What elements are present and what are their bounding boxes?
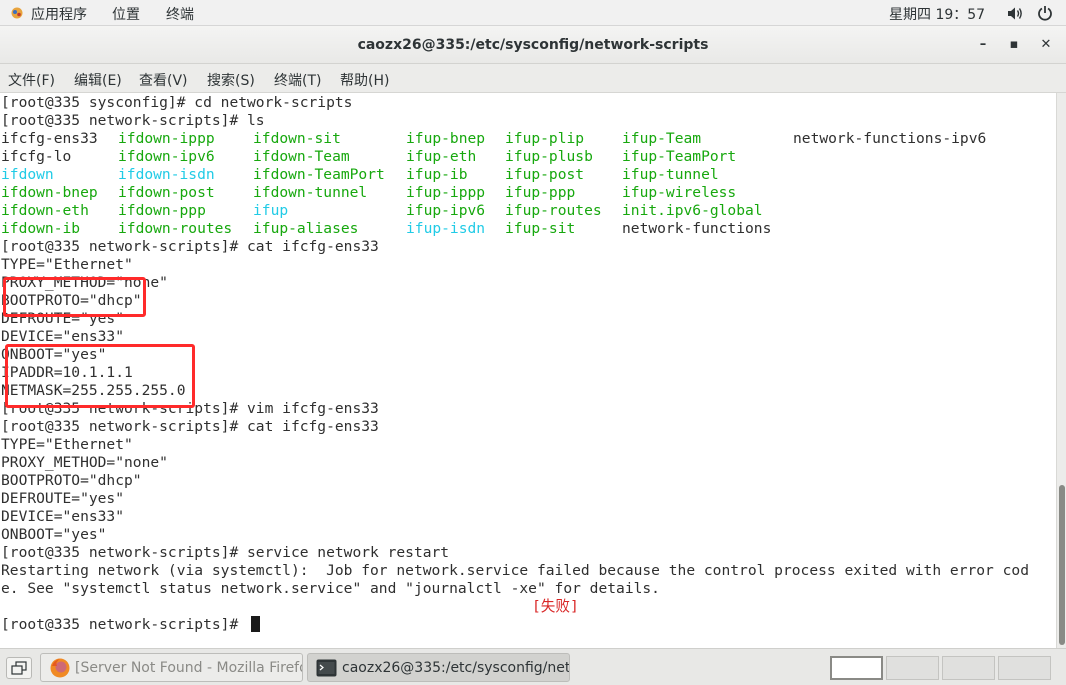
workspace-2[interactable] (886, 656, 939, 680)
close-button[interactable]: ✕ (1036, 35, 1056, 55)
ls-file-entry: ifdown-routes (118, 220, 233, 237)
show-desktop-icon (11, 661, 27, 675)
highlight-box-bootproto (3, 277, 146, 317)
ls-file-entry: ifup-plusb (505, 148, 593, 165)
terminal-icon (316, 659, 337, 677)
speaker-icon[interactable] (1007, 6, 1023, 21)
text-cursor (251, 616, 261, 632)
menu-search[interactable]: 搜索(S) (207, 70, 255, 90)
ls-file-entry: ifup-bnep (406, 130, 486, 147)
ls-file-entry: ifdown-sit (253, 130, 341, 147)
ls-file-entry: ifdown (1, 166, 54, 183)
workspace-1[interactable] (830, 656, 883, 680)
ls-file-entry: ifdown-Team (253, 148, 350, 165)
ls-row: ifcfg-lo ifdown-ipv6 ifdown-Team ifup-eth if… (0, 148, 1056, 166)
ls-file-entry: ifup-Team (622, 130, 702, 147)
ls-file-entry: ifup-isdn (406, 220, 486, 237)
ls-file-entry: ifdown-ipv6 (118, 148, 215, 165)
terminal-line: [root@335 network-scripts]# ls (1, 112, 265, 129)
terminal-scrollbar[interactable] (1056, 93, 1066, 648)
ls-file-entry: ifup-eth (406, 148, 477, 165)
apps-menu[interactable]: 应用程序 (31, 4, 87, 24)
task-label: caozx26@335:/etc/sysconfig/netw··· (342, 660, 570, 676)
terminal-line: TYPE="Ethernet" (1, 436, 133, 453)
ls-file-entry: network-functions (622, 220, 772, 237)
ls-file-entry: ifdown-ib (1, 220, 81, 237)
menu-help[interactable]: 帮助(H) (340, 70, 389, 90)
ls-file-entry: ifcfg-ens33 (1, 130, 98, 147)
menu-file[interactable]: 文件(F) (8, 70, 55, 90)
ls-file-entry: ifup-wireless (622, 184, 737, 201)
terminal-line: [root@335 network-scripts]# cat ifcfg-en… (1, 238, 379, 255)
workspace-3[interactable] (942, 656, 995, 680)
menu-view[interactable]: 查看(V) (139, 70, 188, 90)
terminal-line: [root@335 network-scripts]# cat ifcfg-en… (1, 418, 379, 435)
ls-file-entry: ifup-aliases (253, 220, 359, 237)
ls-file-entry: ifdown-eth (1, 202, 89, 219)
terminal-line: e. See "systemctl status network.service… (1, 580, 660, 597)
power-icon[interactable] (1037, 5, 1053, 21)
ls-file-entry: init.ipv6-global (622, 202, 763, 219)
ls-file-entry: ifdown-tunnel (253, 184, 368, 201)
terminal-line: [root@335 sysconfig]# cd network-scripts (1, 94, 353, 111)
menu-edit[interactable]: 编辑(E) (74, 70, 122, 90)
terminal-line: DEFROUTE="yes" (1, 490, 125, 507)
show-desktop-button[interactable] (6, 657, 32, 679)
window-titlebar[interactable]: caozx26@335:/etc/sysconfig/network-scrip… (0, 26, 1066, 64)
terminal-line: PROXY_METHOD="none" (1, 454, 168, 471)
ls-file-entry: ifup-TeamPort (622, 148, 737, 165)
ls-file-entry: ifup-ippp (406, 184, 486, 201)
ls-file-entry: ifcfg-lo (1, 148, 72, 165)
prompt: [root@335 network-scripts]# (1, 616, 248, 633)
ls-file-entry: ifdown-ippp (118, 130, 215, 147)
ls-row: ifdown-ib ifdown-routes ifup-aliases ifup-i… (0, 220, 1056, 238)
ls-file-entry: ifup-ib (406, 166, 468, 183)
ls-file-entry: ifup-routes (505, 202, 602, 219)
scrollbar-thumb[interactable] (1059, 485, 1065, 645)
ls-file-entry: ifup-tunnel (622, 166, 719, 183)
ls-file-entry: ifup-post (505, 166, 585, 183)
terminal-line: Restarting network (via systemctl): Job … (1, 562, 1029, 579)
terminal-area[interactable]: [root@335 sysconfig]# cd network-scripts… (0, 93, 1056, 648)
status-fail: [失败] (532, 598, 579, 615)
top-panel: 应用程序 位置 终端 星期四 19：57 (0, 0, 1066, 26)
menu-terminal[interactable]: 终端(T) (274, 70, 321, 90)
window-title: caozx26@335:/etc/sysconfig/network-scrip… (357, 37, 709, 53)
workspace-4[interactable] (998, 656, 1051, 680)
terminal-line: BOOTPROTO="dhcp" (1, 472, 142, 489)
terminal-line: DEVICE="ens33" (1, 508, 125, 525)
ls-file-entry: ifdown-ppp (118, 202, 206, 219)
highlight-box-ipaddr (5, 344, 195, 408)
task-label: [Server Not Found - Mozilla Firefox] (75, 660, 303, 676)
ls-file-entry: ifup-plip (505, 130, 585, 147)
maximize-button[interactable]: ▪ (1004, 35, 1024, 55)
terminal-line: [root@335 network-scripts]# service netw… (1, 544, 450, 561)
places-menu[interactable]: 位置 (112, 4, 140, 24)
ls-file-entry: ifup (253, 202, 289, 219)
ls-file-entry: ifup-ipv6 (406, 202, 486, 219)
ls-file-entry: ifdown-bnep (1, 184, 98, 201)
firefox-icon (50, 658, 70, 678)
ls-row: ifdown ifdown-isdn ifdown-TeamPort ifup-ib i… (0, 166, 1056, 184)
ls-file-entry: ifup-ppp (505, 184, 576, 201)
minimize-button[interactable]: – (973, 35, 993, 55)
ls-row: ifdown-eth ifdown-ppp ifup ifup-ipv6 ifup-ro… (0, 202, 1056, 220)
ls-file-entry: ifup-sit (505, 220, 576, 237)
ls-file-entry: network-functions-ipv6 (793, 130, 987, 147)
ls-file-entry: ifdown-post (118, 184, 215, 201)
task-firefox[interactable]: [Server Not Found - Mozilla Firefox] (40, 653, 303, 682)
apps-icon[interactable] (10, 6, 24, 20)
terminal-line: TYPE="Ethernet" (1, 256, 133, 273)
ls-row: ifdown-bnep ifdown-post ifdown-tunnel ifup-… (0, 184, 1056, 202)
ls-file-entry: ifdown-isdn (118, 166, 215, 183)
prompt-line: [root@335 network-scripts]# (1, 616, 261, 634)
terminal-app-menu[interactable]: 终端 (166, 4, 194, 24)
ls-file-entry: ifdown-TeamPort (253, 166, 385, 183)
terminal-line: ONBOOT="yes" (1, 526, 107, 543)
menubar: 文件(F) 编辑(E) 查看(V) 搜索(S) 终端(T) 帮助(H) (0, 64, 1066, 93)
ls-row: ifcfg-ens33 ifdown-ippp ifdown-sit ifup-bne… (0, 130, 1056, 148)
clock[interactable]: 星期四 19：57 (889, 4, 985, 24)
task-terminal[interactable]: caozx26@335:/etc/sysconfig/netw··· (307, 653, 570, 682)
taskbar: [Server Not Found - Mozilla Firefox] cao… (0, 648, 1066, 685)
